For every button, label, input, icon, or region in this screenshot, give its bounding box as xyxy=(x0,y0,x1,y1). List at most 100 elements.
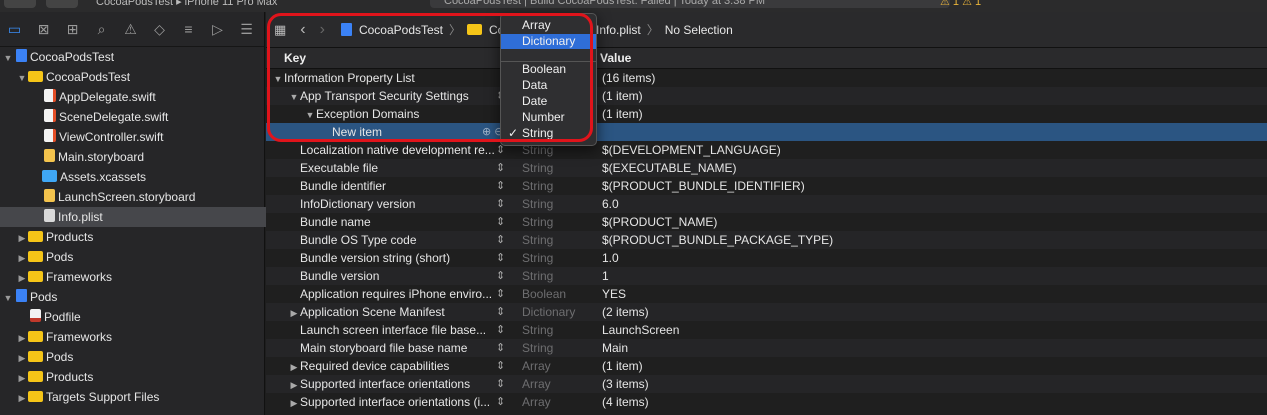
plist-value-cell[interactable]: $(PRODUCT_NAME) xyxy=(602,213,717,231)
plist-key-cell[interactable]: InfoDictionary version xyxy=(288,195,415,213)
key-stepper-icon[interactable]: ⇕ xyxy=(496,339,505,357)
tree-item[interactable]: SceneDelegate.swift xyxy=(0,107,294,127)
tree-item[interactable]: ▶ Targets Support Files xyxy=(0,387,280,407)
plist-value-cell[interactable]: (1 item) xyxy=(602,105,643,123)
plist-value-cell[interactable]: $(EXECUTABLE_NAME) xyxy=(602,159,736,177)
plist-key-cell[interactable]: ▶ Required device capabilities xyxy=(288,357,450,376)
symbol-icon[interactable]: ⊞ xyxy=(58,21,87,38)
plist-value-cell[interactable]: $(DEVELOPMENT_LANGUAGE) xyxy=(602,141,781,159)
disclosure-closed-icon[interactable]: ▶ xyxy=(288,304,300,322)
breadcrumb-selection[interactable]: No Selection xyxy=(665,23,733,37)
breakpoint-icon[interactable]: ▷ xyxy=(203,21,232,38)
key-stepper-icon[interactable]: ⇕ xyxy=(496,321,505,339)
plist-row[interactable]: ▶ Supported interface orientations ⇕ Array (… xyxy=(266,375,1267,393)
disclosure-closed-icon[interactable]: ▶ xyxy=(16,328,28,348)
key-stepper-icon[interactable]: ⇕ xyxy=(496,285,505,303)
plist-type-cell[interactable]: String xyxy=(522,321,553,339)
tree-item[interactable]: ▶ Frameworks xyxy=(0,327,280,347)
plist-type-cell[interactable]: String xyxy=(522,249,553,267)
plist-type-cell[interactable]: String xyxy=(522,195,553,213)
plist-key-cell[interactable]: Bundle version xyxy=(288,267,379,285)
plist-type-cell[interactable]: Boolean xyxy=(522,285,566,303)
plist-row[interactable]: Application requires iPhone enviro... ⇕ Bo… xyxy=(266,285,1267,303)
tree-item[interactable]: Assets.xcassets xyxy=(0,167,294,187)
tree-item[interactable]: Info.plist xyxy=(0,207,294,227)
tree-item[interactable]: Podfile xyxy=(0,307,280,327)
disclosure-closed-icon[interactable]: ▶ xyxy=(16,368,28,388)
warning-badge[interactable]: ⚠ 1 ⚠ 1 xyxy=(940,0,981,8)
plist-value-cell[interactable]: 1.0 xyxy=(602,249,619,267)
issue-icon[interactable]: ⚠ xyxy=(116,21,145,38)
key-stepper-icon[interactable]: ⇕ xyxy=(496,267,505,285)
plist-type-cell[interactable]: String xyxy=(522,177,553,195)
plist-row[interactable]: Main storyboard file base name ⇕ String Mai… xyxy=(266,339,1267,357)
disclosure-closed-icon[interactable]: ▶ xyxy=(16,228,28,248)
key-stepper-icon[interactable]: ⇕ xyxy=(496,357,505,375)
folder-icon[interactable]: ▭ xyxy=(0,21,29,38)
plist-key-cell[interactable]: Launch screen interface file base... xyxy=(288,321,486,339)
scheme-selector[interactable]: CocoaPodsTest ▸ iPhone 11 Pro Max xyxy=(96,0,277,8)
tree-item[interactable]: Main.storyboard xyxy=(0,147,294,167)
key-stepper-icon[interactable]: ⇕ xyxy=(496,195,505,213)
key-stepper-icon[interactable]: ⇕ xyxy=(496,249,505,267)
disclosure-closed-icon[interactable]: ▶ xyxy=(16,348,28,368)
plist-value-cell[interactable]: $(PRODUCT_BUNDLE_IDENTIFIER) xyxy=(602,177,805,195)
plist-row[interactable]: Bundle OS Type code ⇕ String $(PRODUCT_BUND… xyxy=(266,231,1267,249)
disclosure-open-icon[interactable]: ▼ xyxy=(2,288,14,308)
tree-item[interactable]: ▼ Pods xyxy=(0,287,266,307)
plist-value-cell[interactable]: (3 items) xyxy=(602,375,649,393)
plist-type-cell[interactable]: Array xyxy=(522,357,551,375)
plist-key-cell[interactable]: ▶ Application Scene Manifest xyxy=(288,303,445,322)
key-stepper-icon[interactable]: ⇕ xyxy=(496,375,505,393)
plist-value-cell[interactable]: LaunchScreen xyxy=(602,321,679,339)
tree-item[interactable]: ▶ Products xyxy=(0,367,280,387)
tree-item[interactable]: ▶ Frameworks xyxy=(0,267,280,287)
find-icon[interactable]: ⌕ xyxy=(87,21,116,38)
plist-key-cell[interactable]: Bundle OS Type code xyxy=(288,231,417,249)
plist-row[interactable]: Bundle version ⇕ String 1 xyxy=(266,267,1267,285)
disclosure-closed-icon[interactable]: ▶ xyxy=(16,248,28,268)
tree-item[interactable]: ▼ CocoaPodsTest xyxy=(0,47,266,67)
plist-row[interactable]: InfoDictionary version ⇕ String 6.0 xyxy=(266,195,1267,213)
plist-type-cell[interactable]: String xyxy=(522,159,553,177)
plist-key-cell[interactable]: ▶ Supported interface orientations (i... xyxy=(288,393,491,412)
plist-key-cell[interactable]: Bundle version string (short) xyxy=(288,249,450,267)
plist-row[interactable]: Localization native development re... ⇕ St… xyxy=(266,141,1267,159)
plist-value-cell[interactable]: 6.0 xyxy=(602,195,619,213)
plist-key-cell[interactable]: Application requires iPhone enviro... xyxy=(288,285,492,303)
debug-icon[interactable]: ≡ xyxy=(174,21,203,37)
key-stepper-icon[interactable]: ⇕ xyxy=(496,393,505,411)
run-button[interactable] xyxy=(4,0,36,8)
test-icon[interactable]: ◇ xyxy=(145,21,174,38)
plist-value-cell[interactable]: Main xyxy=(602,339,628,357)
breadcrumb-file[interactable]: Info.plist xyxy=(596,23,641,37)
plist-key-cell[interactable]: Bundle identifier xyxy=(288,177,386,195)
plist-key-cell[interactable]: Localization native development re... xyxy=(288,141,495,159)
disclosure-closed-icon[interactable]: ▶ xyxy=(288,394,300,412)
plist-type-cell[interactable]: String xyxy=(522,339,553,357)
plist-value-cell[interactable]: $(PRODUCT_BUNDLE_PACKAGE_TYPE) xyxy=(602,231,833,249)
plist-type-cell[interactable]: Array xyxy=(522,393,551,411)
value-column-header[interactable]: Value xyxy=(600,51,631,65)
disclosure-open-icon[interactable]: ▼ xyxy=(16,68,28,88)
plist-value-cell[interactable]: (2 items) xyxy=(602,303,649,321)
plist-type-cell[interactable]: String xyxy=(522,231,553,249)
disclosure-closed-icon[interactable]: ▶ xyxy=(288,376,300,394)
plist-value-cell[interactable]: (1 item) xyxy=(602,357,643,375)
plist-row[interactable]: Executable file ⇕ String $(EXECUTABLE_NAME) xyxy=(266,159,1267,177)
plist-type-cell[interactable]: Dictionary xyxy=(522,303,575,321)
stop-button[interactable] xyxy=(46,0,78,8)
plist-row[interactable]: ▶ Application Scene Manifest ⇕ Dictionary (2… xyxy=(266,303,1267,321)
plist-row[interactable]: Bundle version string (short) ⇕ String 1.0 xyxy=(266,249,1267,267)
plist-key-cell[interactable]: Executable file xyxy=(288,159,378,177)
key-stepper-icon[interactable]: ⇕ xyxy=(496,159,505,177)
plist-key-cell[interactable]: Bundle name xyxy=(288,213,371,231)
plist-type-cell[interactable]: String xyxy=(522,213,553,231)
tree-item[interactable]: ViewController.swift xyxy=(0,127,294,147)
plist-row[interactable]: Bundle identifier ⇕ String $(PRODUCT_BUNDLE… xyxy=(266,177,1267,195)
disclosure-closed-icon[interactable]: ▶ xyxy=(16,388,28,408)
disclosure-open-icon[interactable]: ▼ xyxy=(2,48,14,68)
tree-item[interactable]: ▶ Products xyxy=(0,227,280,247)
plist-key-cell[interactable]: Main storyboard file base name xyxy=(288,339,467,357)
key-stepper-icon[interactable]: ⇕ xyxy=(496,213,505,231)
